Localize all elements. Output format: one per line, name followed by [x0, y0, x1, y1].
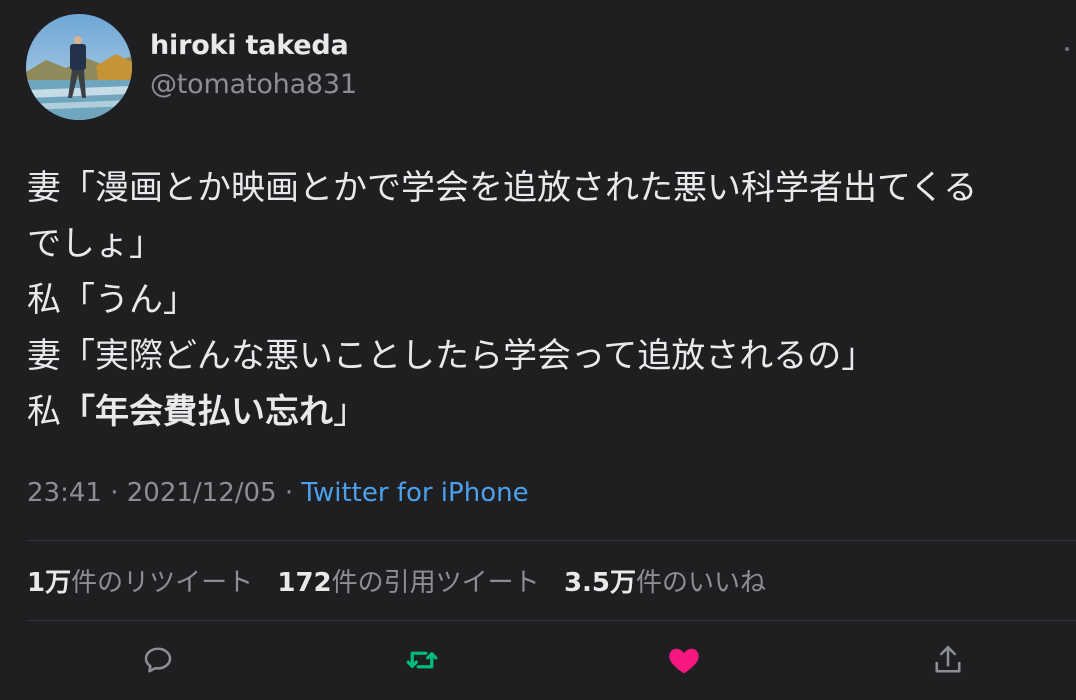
meta-separator: ·: [101, 478, 127, 508]
tweet-line: でしょ」: [27, 224, 163, 264]
reply-button[interactable]: [140, 642, 176, 678]
tweet-line-last: 私「年会費払い忘れ」: [27, 384, 1067, 440]
retweets-count: 1万: [27, 568, 72, 598]
tweet-time[interactable]: 23:41: [27, 478, 102, 508]
tweet-meta: 23:41 · 2021/12/05 · Twitter for iPhone: [27, 478, 529, 508]
display-name[interactable]: hiroki takeda: [150, 30, 349, 61]
divider: [27, 620, 1076, 621]
avatar[interactable]: [26, 14, 132, 120]
quote-open: 「: [61, 392, 95, 432]
heart-icon: [669, 648, 699, 674]
retweets-label: 件のリツイート: [71, 568, 254, 598]
divider: [27, 540, 1076, 541]
tweet-line: 私「うん」: [27, 280, 197, 320]
tweet-line: 妻「実際どんな悪いことしたら学会って追放されるの」: [27, 336, 876, 376]
tweet-card: hiroki takeda @tomatoha831 妻「漫画とか映画とかで学会…: [0, 0, 1076, 700]
retweet-button[interactable]: [404, 642, 440, 678]
tweet-text: 妻「漫画とか映画とかで学会を追放された悪い科学者出てくる でしょ」 私「うん」 …: [27, 160, 1067, 440]
punchline: 年会費払い忘れ: [95, 392, 333, 432]
more-options-icon[interactable]: [1058, 40, 1076, 58]
reply-icon: [144, 647, 172, 673]
like-button[interactable]: [666, 642, 702, 678]
likes-label: 件のいいね: [636, 568, 767, 598]
tweet-source-link[interactable]: Twitter for iPhone: [301, 478, 528, 508]
quote-close: 」: [333, 392, 367, 432]
tweet-date[interactable]: 2021/12/05: [127, 478, 277, 508]
tweet-line: 妻「漫画とか映画とかで学会を追放された悪い科学者出てくる: [27, 168, 978, 208]
speaker-label: 私: [27, 392, 61, 432]
quotes-count: 172: [277, 568, 332, 598]
user-handle[interactable]: @tomatoha831: [150, 69, 357, 100]
meta-separator: ·: [276, 478, 302, 508]
quotes-label: 件の引用ツイート: [331, 568, 540, 598]
share-icon: [935, 645, 961, 673]
likes-stat[interactable]: 3.5万件のいいね: [564, 568, 766, 598]
likes-count: 3.5万: [563, 568, 636, 598]
retweets-stat[interactable]: 1万件のリツイート: [27, 568, 253, 598]
retweet-icon: [406, 651, 438, 669]
share-button[interactable]: [930, 642, 966, 678]
quotes-stat[interactable]: 172件の引用ツイート: [277, 568, 539, 598]
tweet-stats: 1万件のリツイート 172件の引用ツイート 3.5万件のいいね: [27, 562, 782, 599]
action-bar: [0, 636, 1076, 684]
